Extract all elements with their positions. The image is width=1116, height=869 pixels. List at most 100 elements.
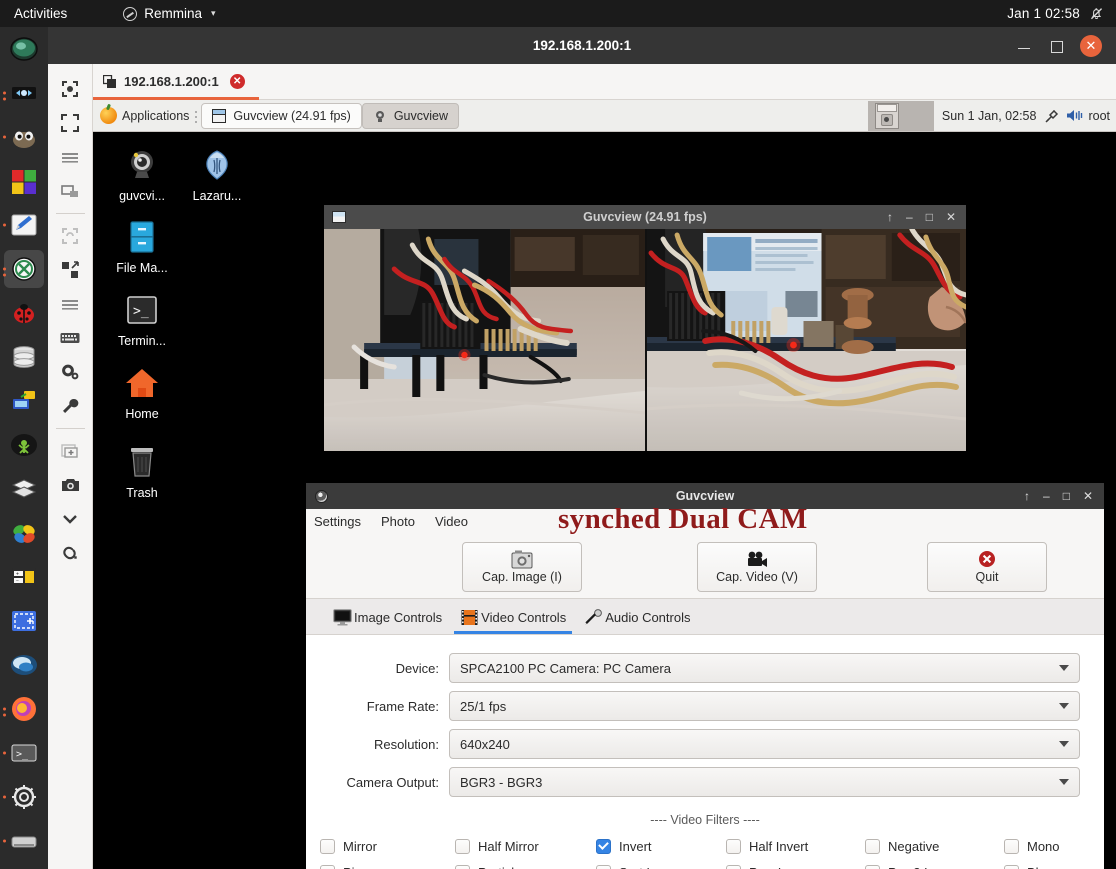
- remmina-toolbar[interactable]: [48, 64, 93, 869]
- checkbox-box[interactable]: [865, 838, 880, 854]
- dock-item-settings[interactable]: [0, 775, 48, 819]
- minimize-button[interactable]: –: [1043, 489, 1050, 503]
- dock-item-color-picker[interactable]: [0, 159, 48, 203]
- xfce-panel[interactable]: Applications Guvcview (24.91 fps) Guvcvi…: [93, 100, 1116, 132]
- workspace-switcher[interactable]: [867, 100, 906, 131]
- checkbox-box[interactable]: [1004, 838, 1019, 854]
- camera-output-select[interactable]: BGR3 - BGR3: [449, 767, 1080, 797]
- menu-photo[interactable]: Photo: [371, 509, 425, 535]
- guvcview-control-window[interactable]: Guvcview ↑ – □ ✕ Settings Photo Video sy…: [306, 483, 1104, 869]
- close-icon[interactable]: ✕: [229, 74, 245, 89]
- duplicate-connection-button[interactable]: [48, 434, 93, 468]
- preview-window-controls[interactable]: ↑ – □ ✕: [887, 210, 966, 224]
- volume-icon[interactable]: [1066, 108, 1084, 123]
- gnome-clock[interactable]: Jan 1 02:58: [1007, 6, 1080, 21]
- tab-audio-controls[interactable]: Audio Controls: [575, 600, 699, 634]
- xfce-desktop[interactable]: guvcvi... Lazaru... File Ma... >_ Termin…: [93, 132, 1116, 869]
- checkbox-box[interactable]: [596, 864, 611, 869]
- minimize-button[interactable]: [1016, 38, 1032, 54]
- app-menu-remmina[interactable]: Remmina ▾: [123, 6, 216, 21]
- dynamic-resolution-button[interactable]: [48, 219, 93, 253]
- checkbox-sqrt-lens[interactable]: Sqrt Lens: [596, 864, 726, 869]
- capture-image-button[interactable]: Cap. Image (I): [462, 541, 582, 592]
- quit-button[interactable]: Quit: [927, 541, 1047, 592]
- dock-item-files[interactable]: [0, 819, 48, 863]
- taskbar-item-guvcview-controls[interactable]: Guvcview: [361, 102, 460, 129]
- close-button[interactable]: ✕: [946, 210, 956, 224]
- minimize-button[interactable]: –: [906, 210, 913, 224]
- disconnect-button[interactable]: [48, 536, 93, 570]
- remmina-tab-connection[interactable]: 192.168.1.200:1 ✕: [93, 64, 259, 100]
- checkbox-pieces[interactable]: Pieces: [320, 864, 455, 869]
- checkbox-box[interactable]: [455, 864, 470, 869]
- checkbox-box[interactable]: [1004, 864, 1019, 869]
- remote-desktop-view[interactable]: Applications Guvcview (24.91 fps) Guvcvi…: [93, 100, 1116, 869]
- checkbox-mirror[interactable]: Mirror: [320, 838, 455, 854]
- close-button[interactable]: ✕: [1083, 489, 1093, 503]
- checkbox-half-invert[interactable]: Half Invert: [726, 838, 865, 854]
- capture-video-button[interactable]: Cap. Video (V): [697, 541, 817, 592]
- menu-button[interactable]: [48, 140, 93, 174]
- gnome-dock[interactable]: + − >_: [0, 27, 48, 869]
- preview-titlebar[interactable]: Guvcview (24.91 fps) ↑ – □ ✕: [324, 205, 966, 229]
- checkbox-box[interactable]: [320, 864, 335, 869]
- preferences-button[interactable]: [48, 355, 93, 389]
- dual-camera-video-feed[interactable]: [324, 229, 966, 451]
- screenshot-button[interactable]: [48, 468, 93, 502]
- checkbox-box[interactable]: [455, 838, 470, 854]
- dock-item-vs-code[interactable]: [0, 71, 48, 115]
- preferences-list-button[interactable]: [48, 287, 93, 321]
- dock-item-screenshot-tool[interactable]: [0, 599, 48, 643]
- taskbar-item-guvcview-preview[interactable]: Guvcview (24.91 fps): [201, 102, 362, 129]
- dock-item-remmina[interactable]: [0, 247, 48, 291]
- close-button[interactable]: ✕: [1080, 34, 1102, 57]
- shade-button[interactable]: ↑: [887, 210, 893, 224]
- frame-rate-select[interactable]: 25/1 fps: [449, 691, 1080, 721]
- toggle-scaled-view-button[interactable]: [48, 72, 93, 106]
- dock-item-android-tool[interactable]: [0, 423, 48, 467]
- menu-video[interactable]: Video: [425, 509, 478, 535]
- applications-menu-button[interactable]: Applications: [93, 107, 195, 124]
- maximize-button[interactable]: [1048, 38, 1064, 54]
- remmina-tab-strip[interactable]: 192.168.1.200:1 ✕: [93, 64, 1116, 100]
- multi-monitor-button[interactable]: [48, 174, 93, 208]
- system-tray[interactable]: [1044, 108, 1088, 124]
- tab-image-controls[interactable]: Image Controls: [324, 600, 451, 634]
- dock-item-browser-alt[interactable]: [0, 643, 48, 687]
- checkbox-blur[interactable]: Blur: [1004, 864, 1050, 869]
- show-more-button[interactable]: [48, 502, 93, 536]
- scale-mode-button[interactable]: [48, 253, 93, 287]
- guvcview-action-bar[interactable]: Cap. Image (I) Cap. Video (V) Quit: [306, 535, 1104, 599]
- maximize-button[interactable]: □: [1063, 489, 1070, 503]
- checkbox-box[interactable]: [865, 864, 880, 869]
- checkbox-half-mirror[interactable]: Half Mirror: [455, 838, 596, 854]
- gnome-status-area[interactable]: Jan 1 02:58: [1007, 6, 1116, 21]
- dock-item-calculator[interactable]: + −: [0, 555, 48, 599]
- menu-settings[interactable]: Settings: [306, 509, 371, 535]
- desktop-icon-terminal[interactable]: >_ Termin...: [103, 290, 181, 348]
- desktop-icon-lazarus[interactable]: Lazaru...: [178, 145, 256, 203]
- desktop-icon-guvcview[interactable]: guvcvi...: [103, 145, 181, 203]
- power-plug-icon[interactable]: [1044, 108, 1060, 124]
- dock-item-gimp[interactable]: [0, 115, 48, 159]
- checkbox-pow-lens[interactable]: Pow Lens: [726, 864, 865, 869]
- checkbox-negative[interactable]: Negative: [865, 838, 1004, 854]
- checkbox-box[interactable]: [726, 864, 741, 869]
- dock-item-text-editor[interactable]: [0, 203, 48, 247]
- desktop-icon-trash[interactable]: Trash: [103, 442, 181, 500]
- tab-video-controls[interactable]: Video Controls: [451, 600, 575, 634]
- panel-handle[interactable]: [195, 107, 199, 125]
- guvcview-menubar[interactable]: Settings Photo Video synched Dual CAM: [306, 503, 1104, 535]
- dock-item-firefox-esr[interactable]: [0, 27, 48, 71]
- checkbox-pow2-lens[interactable]: Pow2 Lens: [865, 864, 1004, 869]
- dock-item-network-share[interactable]: [0, 379, 48, 423]
- guvcview-window-controls[interactable]: ↑ – □ ✕: [1024, 489, 1104, 503]
- device-select[interactable]: SPCA2100 PC Camera: PC Camera: [449, 653, 1080, 683]
- keyboard-grab-button[interactable]: [48, 321, 93, 355]
- tools-button[interactable]: [48, 389, 93, 423]
- fullscreen-button[interactable]: [48, 106, 93, 140]
- remmina-window-controls[interactable]: ✕: [1016, 34, 1116, 57]
- dock-item-photo-app[interactable]: [0, 511, 48, 555]
- guvcview-tab-strip[interactable]: Image Controls Video Controls Audio Cont…: [306, 599, 1104, 635]
- checkbox-invert[interactable]: Invert: [596, 838, 726, 854]
